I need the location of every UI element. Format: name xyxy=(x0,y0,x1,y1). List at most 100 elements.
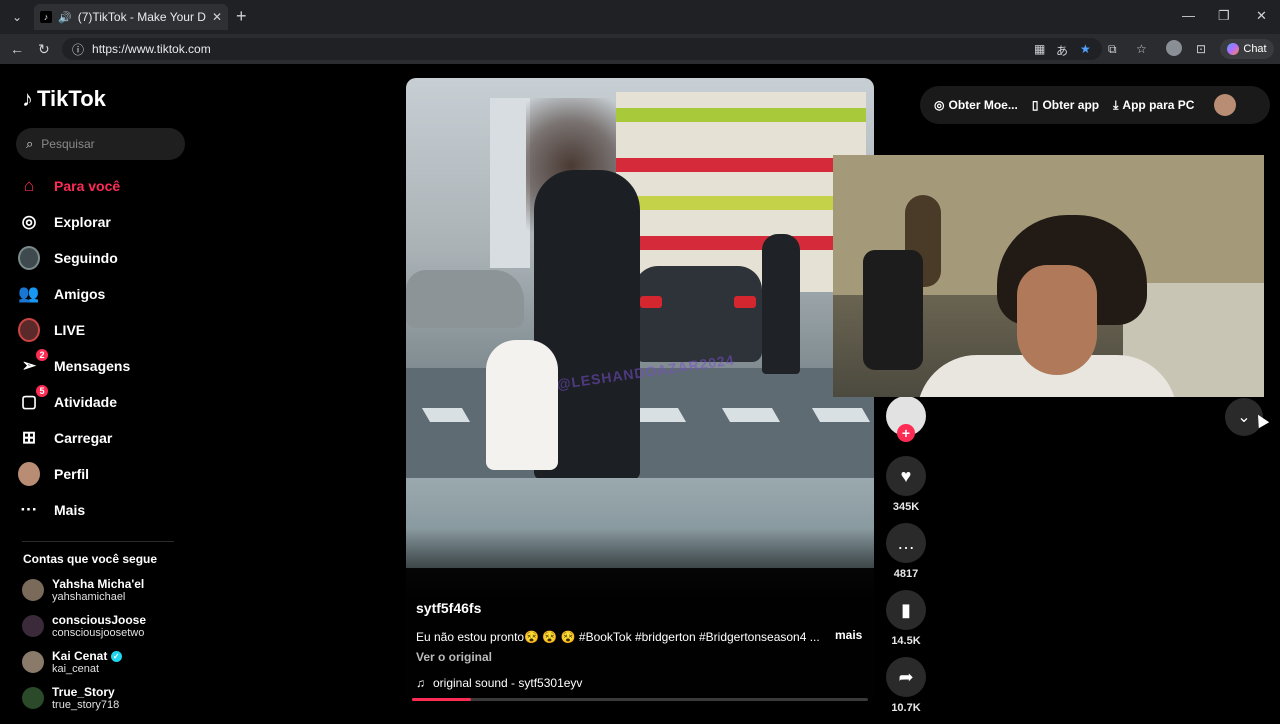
nav-label: LIVE xyxy=(54,322,86,338)
search-input[interactable] xyxy=(41,137,162,151)
sound-link[interactable]: ♫ original sound - sytf5301eyv xyxy=(416,676,582,690)
nav-perfil[interactable]: Perfil xyxy=(18,456,178,492)
following-item[interactable]: Yahsha Micha'el yahshamichael xyxy=(22,572,146,608)
nav-label: Seguindo xyxy=(54,250,118,266)
back-icon[interactable]: ← xyxy=(10,41,24,57)
following-name: True_Story xyxy=(52,685,115,699)
pc-app-label: App para PC xyxy=(1122,98,1195,112)
comment-action[interactable]: … 4817 xyxy=(886,523,926,580)
following-name-text: Kai Cenat xyxy=(52,649,108,663)
following-item[interactable]: True_Story true_story718 xyxy=(22,680,146,716)
address-bar: ← ↻ ⓘ https://www.tiktok.com ▦ あ ★ ⧉ ☆ ⊡… xyxy=(0,34,1280,64)
speaker-icon[interactable]: 🔊 xyxy=(58,11,72,24)
window-close-icon[interactable]: ✕ xyxy=(1256,8,1267,24)
follow-plus-icon[interactable]: + xyxy=(897,424,915,442)
get-app-label: Obter app xyxy=(1042,98,1100,112)
translate-icon[interactable]: あ xyxy=(1056,42,1068,59)
save-action[interactable]: ▮ 14.5K xyxy=(886,590,926,647)
new-tab-icon[interactable]: + xyxy=(236,6,247,27)
compass-icon: ◎ xyxy=(21,212,37,231)
video-frame: @LESHANDOAZAR2024 xyxy=(406,78,874,568)
bookmark-icon[interactable]: ▮ xyxy=(886,590,926,630)
video-player[interactable]: @LESHANDOAZAR2024 sytf5f46fs Eu não esto… xyxy=(406,78,874,704)
phone-icon: ▯ xyxy=(1031,98,1039,112)
nav-label: Mensagens xyxy=(54,358,131,374)
split-screen-icon[interactable]: ⊡ xyxy=(1196,42,1206,56)
get-coins-label: Obter Moe... xyxy=(948,98,1018,112)
see-original-link[interactable]: Ver o original xyxy=(416,650,492,664)
share-action[interactable]: ➦ 10.7K xyxy=(886,657,926,714)
tiktok-page: ♪ TikTok ⌕ ⌂ Para você ◎ Explorar Seguin… xyxy=(4,66,1276,720)
video-caption: Eu não estou pronto😵 😵 😵 #BookTok #bridg… xyxy=(416,630,820,644)
following-handle: kai_cenat xyxy=(52,663,100,675)
reload-icon[interactable]: ↻ xyxy=(38,41,50,58)
more-icon: ··· xyxy=(20,500,38,519)
extensions-icon[interactable]: ⧉ xyxy=(1108,42,1117,57)
creator-avatar[interactable]: + xyxy=(886,396,926,442)
nav-amigos[interactable]: 👥 Amigos xyxy=(18,276,178,312)
save-count: 14.5K xyxy=(891,635,921,647)
pc-app-button[interactable]: ⤓ App para PC xyxy=(1113,98,1194,113)
avatar xyxy=(22,579,44,601)
nav-explorar[interactable]: ◎ Explorar xyxy=(18,204,178,240)
following-item[interactable]: consciousJoose consciousjoosetwo xyxy=(22,608,146,644)
nav-label: Amigos xyxy=(54,286,106,302)
tiktok-note-icon: ♪ xyxy=(22,86,33,111)
get-app-button[interactable]: ▯ Obter app xyxy=(1032,98,1099,112)
search-box[interactable]: ⌕ xyxy=(16,128,185,160)
nav-seguindo[interactable]: Seguindo xyxy=(18,240,178,276)
nav-label: Explorar xyxy=(54,214,111,230)
sidebar-nav: ⌂ Para você ◎ Explorar Seguindo 👥 Amigos… xyxy=(18,168,178,528)
following-list: Yahsha Micha'el yahshamichael consciousJo… xyxy=(22,572,146,716)
progress-fill xyxy=(412,698,472,701)
following-name: Kai Cenat ✓ xyxy=(52,649,122,663)
caption-more-button[interactable]: mais xyxy=(835,628,862,642)
following-handle: yahshamichael xyxy=(52,591,126,603)
browser-tab[interactable]: ♪ 🔊 (7)TikTok - Make Your Day ✕ xyxy=(34,4,228,30)
live-icon xyxy=(18,318,40,342)
comment-icon[interactable]: … xyxy=(886,523,926,563)
favorites-icon[interactable]: ☆ xyxy=(1136,42,1147,56)
search-icon: ⌕ xyxy=(26,136,34,151)
favorite-star-icon[interactable]: ★ xyxy=(1080,42,1091,56)
activity-badge: 5 xyxy=(36,385,48,397)
minimize-icon[interactable]: — xyxy=(1182,8,1195,23)
following-item[interactable]: Kai Cenat ✓ kai_cenat xyxy=(22,644,146,680)
comment-count: 4817 xyxy=(893,568,919,580)
nav-live[interactable]: LIVE xyxy=(18,312,178,348)
nav-label: Carregar xyxy=(54,430,113,446)
like-action[interactable]: ♥ 345K xyxy=(886,456,926,513)
tab-menu-icon[interactable]: ⌄ xyxy=(6,6,28,28)
nav-mais[interactable]: ··· Mais xyxy=(18,492,178,528)
profile-avatar-icon[interactable] xyxy=(1166,40,1182,59)
share-icon[interactable]: ➦ xyxy=(886,657,926,697)
nav-label: Para você xyxy=(54,178,121,194)
heart-icon[interactable]: ♥ xyxy=(886,456,926,496)
tiktok-logo[interactable]: ♪ TikTok xyxy=(22,86,106,112)
get-coins-button[interactable]: ◎ Obter Moe... xyxy=(934,98,1018,112)
avatar xyxy=(22,615,44,637)
nav-para-voce[interactable]: ⌂ Para você xyxy=(18,168,178,204)
copilot-chat-button[interactable]: Chat xyxy=(1220,39,1274,59)
following-handle: true_story718 xyxy=(52,699,120,711)
nav-label: Mais xyxy=(54,502,86,518)
video-progress-bar[interactable] xyxy=(412,698,868,701)
video-creator[interactable]: sytf5f46fs xyxy=(416,600,481,616)
messages-icon: ➢ 2 xyxy=(18,349,48,377)
following-header: Contas que você segue xyxy=(23,552,158,566)
nav-atividade[interactable]: ▢ 5 Atividade xyxy=(18,384,178,420)
restore-icon[interactable]: ❐ xyxy=(1218,8,1230,24)
share-count: 10.7K xyxy=(891,702,921,714)
url-field[interactable]: ⓘ https://www.tiktok.com xyxy=(62,38,1102,60)
tab-close-icon[interactable]: ✕ xyxy=(212,10,222,24)
nav-carregar[interactable]: ⊞ Carregar xyxy=(18,420,178,456)
profile-avatar-icon xyxy=(18,462,40,486)
site-info-icon[interactable]: ⓘ xyxy=(72,41,84,58)
sidebar-divider xyxy=(22,541,174,542)
chat-label: Chat xyxy=(1243,43,1267,55)
app-available-icon[interactable]: ▦ xyxy=(1034,42,1045,56)
tab-title: (7)TikTok - Make Your Day xyxy=(77,10,206,24)
nav-mensagens[interactable]: ➢ 2 Mensagens xyxy=(18,348,178,384)
tiktok-favicon-icon: ♪ xyxy=(40,11,52,23)
profile-avatar[interactable] xyxy=(1214,94,1237,116)
